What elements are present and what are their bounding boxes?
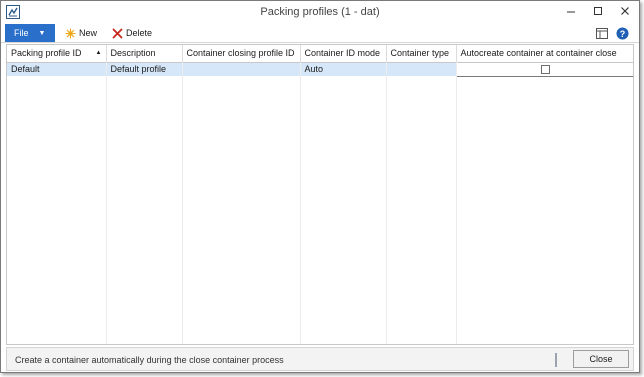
sort-ascending-icon: ▲	[95, 50, 102, 57]
delete-button[interactable]: Delete	[112, 25, 152, 41]
app-form-icon[interactable]	[6, 5, 20, 19]
maximize-icon[interactable]	[584, 1, 611, 21]
help-icon[interactable]: ?	[615, 26, 629, 40]
column-header-container-id-mode[interactable]: Container ID mode	[300, 45, 387, 63]
status-help-text: Create a container automatically during …	[15, 355, 284, 365]
column-header-description[interactable]: Description	[106, 45, 183, 63]
packing-profiles-grid: Packing profile ID ▲ Description Containe…	[6, 44, 634, 345]
table-row[interactable]: Default Default profile Auto	[7, 61, 633, 77]
column-divider	[386, 62, 387, 344]
delete-x-icon	[112, 28, 123, 39]
status-bar: Create a container automatically during …	[6, 347, 634, 371]
delete-button-label: Delete	[126, 28, 153, 38]
cell-description[interactable]: Default profile	[106, 62, 183, 76]
file-menu-button[interactable]: File ▼	[5, 24, 55, 42]
column-divider	[456, 62, 457, 344]
title-bar: Packing profiles (1 - dat)	[1, 1, 639, 23]
svg-text:?: ?	[619, 29, 625, 39]
column-divider	[106, 62, 107, 344]
new-sparkle-icon	[65, 28, 76, 39]
column-divider	[300, 62, 301, 344]
grid-table: Packing profile ID ▲ Description Containe…	[7, 45, 633, 77]
cell-packing-profile-id[interactable]: Default	[7, 62, 107, 76]
chevron-down-icon: ▼	[38, 29, 46, 37]
minimize-icon[interactable]	[557, 1, 584, 21]
grid-header-row: Packing profile ID ▲ Description Containe…	[7, 45, 633, 63]
file-menu-label: File	[14, 28, 29, 38]
new-button[interactable]: New	[65, 25, 97, 41]
action-pane: File ▼ New Delete ?	[1, 23, 639, 43]
close-x-icon[interactable]	[612, 1, 638, 21]
cell-container-closing-profile-id[interactable]	[182, 62, 301, 76]
close-button[interactable]: Close	[573, 350, 629, 368]
cell-container-type[interactable]	[386, 62, 457, 76]
column-header-container-closing-profile-id[interactable]: Container closing profile ID	[182, 45, 301, 63]
status-divider	[555, 353, 557, 367]
window-title: Packing profiles (1 - dat)	[260, 6, 380, 18]
column-divider	[182, 62, 183, 344]
new-button-label: New	[79, 28, 98, 38]
column-header-container-type[interactable]: Container type	[386, 45, 457, 63]
cell-container-id-mode[interactable]: Auto	[300, 62, 387, 76]
cell-autocreate	[455, 61, 633, 77]
autocreate-checkbox[interactable]	[540, 65, 550, 75]
column-header-autocreate-container[interactable]: Autocreate container at container close	[456, 45, 633, 63]
packing-profiles-window: Packing profiles (1 - dat) File ▼ New De…	[0, 0, 640, 373]
layout-icon[interactable]	[595, 26, 609, 40]
column-header-packing-profile-id[interactable]: Packing profile ID ▲	[7, 45, 107, 63]
